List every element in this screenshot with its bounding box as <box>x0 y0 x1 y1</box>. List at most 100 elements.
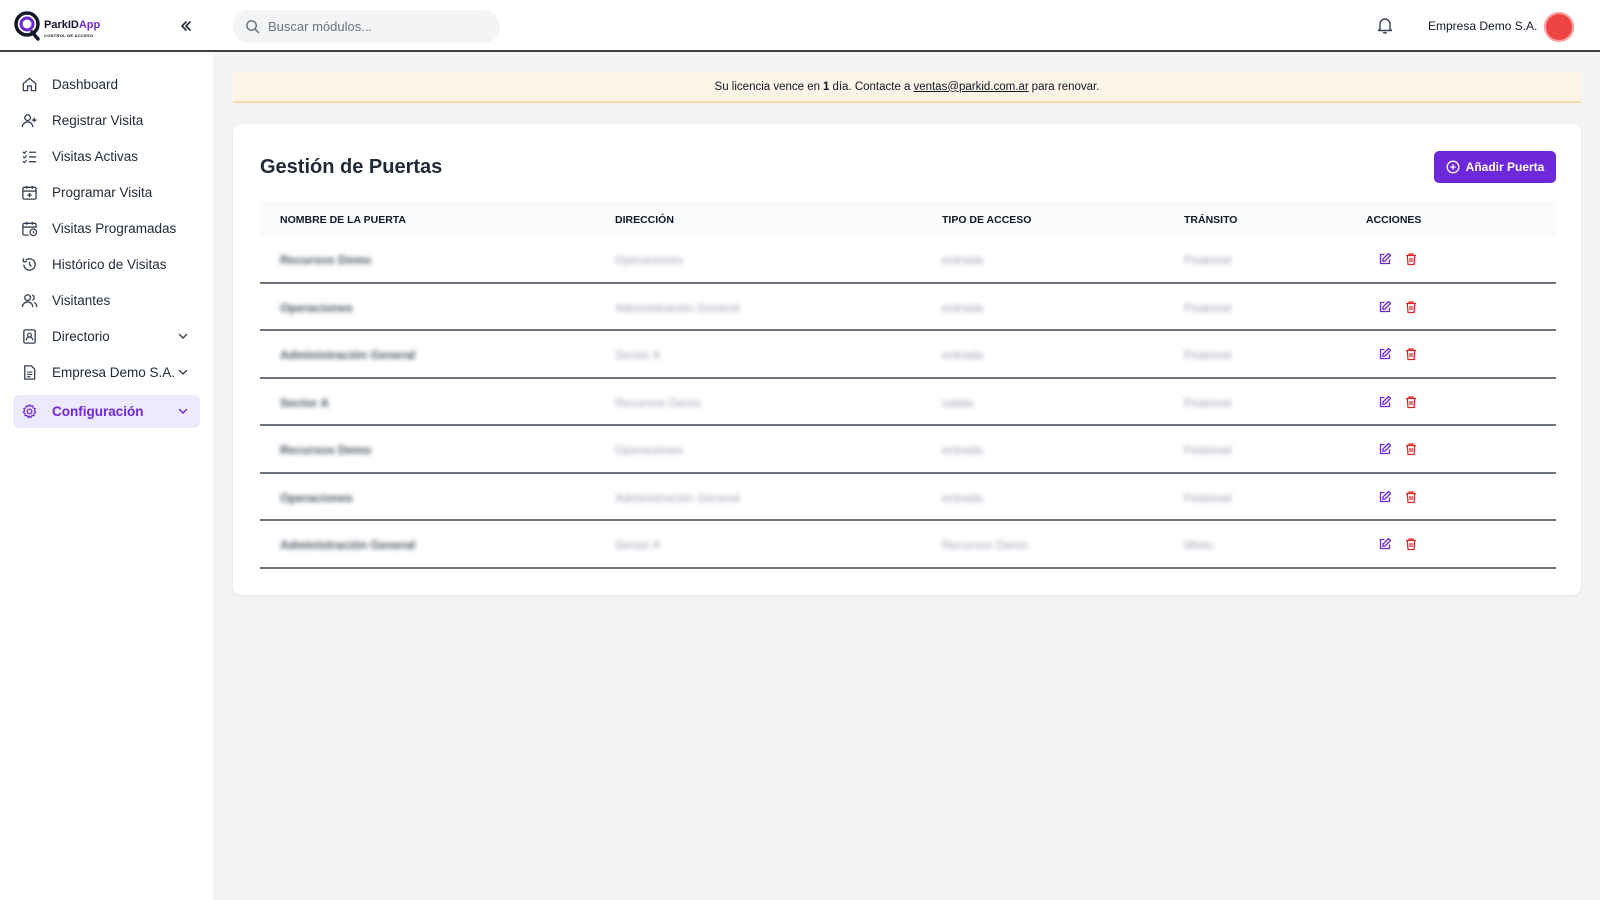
table-row: Recursos Demo Operaciones entrada Peatonal <box>260 426 1556 474</box>
delete-button[interactable] <box>1403 346 1419 362</box>
row-actions <box>1377 441 1419 457</box>
sidebar: Dashboard Registrar Visita Visitas Activ… <box>0 52 213 900</box>
edit-icon <box>1379 252 1392 265</box>
delete-button[interactable] <box>1403 441 1419 457</box>
table-cell: Recursos Demo <box>942 538 1029 552</box>
logo-wordmark: ParkIDApp CONTROL DE ACCESO <box>44 18 101 40</box>
add-door-label: Añadir Puerta <box>1465 160 1545 174</box>
page-title: Gestión de Puertas <box>260 156 443 178</box>
sidebar-item-label: Registrar Visita <box>52 113 144 128</box>
sales-email-link[interactable]: ventas@parkid.com.ar <box>913 81 1028 93</box>
sidebar-item-programar-visita[interactable]: Programar Visita <box>13 176 200 209</box>
table-row: Administración General Sector A entrada Pea… <box>260 331 1556 379</box>
table-cell: Peatonal <box>1184 443 1232 457</box>
contact-book-icon <box>23 329 36 344</box>
logo-icon <box>14 11 40 41</box>
delete-button[interactable] <box>1403 251 1419 267</box>
sidebar-item-label: Visitas Activas <box>52 149 139 164</box>
notifications-button[interactable] <box>1376 16 1396 36</box>
delete-button[interactable] <box>1403 536 1419 552</box>
app-logo[interactable]: ParkIDApp CONTROL DE ACCESO <box>14 10 104 42</box>
table-row: Sector A Recursos Demo salida Peatonal <box>260 379 1556 426</box>
row-actions <box>1377 299 1419 315</box>
add-door-button[interactable]: Añadir Puerta <box>1434 151 1556 183</box>
gear-icon <box>22 404 37 419</box>
doors-card: Gestión de Puertas Añadir Puerta NOMBRE … <box>233 124 1581 595</box>
banner-days: 1 <box>823 80 830 93</box>
edit-icon <box>1379 395 1392 407</box>
sidebar-item-label: Directorio <box>52 329 110 344</box>
edit-button[interactable] <box>1377 346 1393 362</box>
chevron-down-icon <box>178 408 188 414</box>
sidebar-item-dashboard[interactable]: Dashboard <box>13 68 200 101</box>
table-header: NOMBRE DE LA PUERTA DIRECCIÓN TIPO DE AC… <box>260 202 1556 236</box>
sidebar-item-visitantes[interactable]: Visitantes <box>13 284 200 317</box>
delete-button[interactable] <box>1403 489 1419 505</box>
sidebar-item-historico[interactable]: Histórico de Visitas <box>13 248 200 281</box>
sidebar-item-label: Configuración <box>52 404 144 419</box>
table-cell: Administración General <box>280 348 416 362</box>
edit-button[interactable] <box>1377 441 1393 457</box>
table-row: Recursos Demo Operaciones entrada Peatonal <box>260 236 1556 284</box>
table-cell: Mixto <box>1184 538 1213 552</box>
table-body: Recursos Demo Operaciones entrada Peatonal O… <box>260 236 1556 569</box>
trash-icon <box>1406 253 1416 266</box>
edit-icon <box>1379 347 1392 360</box>
sidebar-item-configuracion[interactable]: Configuración <box>13 395 200 428</box>
sidebar-item-visitas-programadas[interactable]: Visitas Programadas <box>13 212 200 245</box>
edit-button[interactable] <box>1377 489 1393 505</box>
chevron-down-icon <box>178 369 188 375</box>
sidebar-item-directorio[interactable]: Directorio <box>13 320 200 353</box>
trash-icon <box>1406 490 1416 503</box>
bell-icon <box>1377 18 1393 34</box>
sidebar-item-label: Visitas Programadas <box>52 221 177 236</box>
collapse-sidebar-button[interactable] <box>176 16 196 36</box>
table-cell: salida <box>942 395 974 410</box>
table-cell: Operaciones <box>615 443 684 457</box>
sidebar-item-label: Visitantes <box>52 293 111 308</box>
table-cell: Peatonal <box>1184 490 1232 505</box>
banner-text: día. Contacte a <box>832 80 911 93</box>
delete-button[interactable] <box>1403 394 1419 410</box>
edit-icon <box>1379 537 1392 550</box>
brand-tagline: CONTROL DE ACCESO <box>44 32 94 38</box>
top-bar: ParkIDApp CONTROL DE ACCESO Empresa Demo… <box>0 0 1600 52</box>
table-cell: Operaciones <box>280 490 353 505</box>
edit-icon <box>1379 442 1392 455</box>
search-icon <box>246 20 260 34</box>
document-icon <box>24 365 36 380</box>
edit-icon <box>1379 490 1392 502</box>
table-row: Operaciones Administración General entrada… <box>260 284 1556 331</box>
table-cell: Peatonal <box>1184 395 1232 410</box>
table-cell: Administración General <box>615 300 740 315</box>
edit-button[interactable] <box>1377 536 1393 552</box>
edit-button[interactable] <box>1377 394 1393 410</box>
table-cell: Sector A <box>280 395 329 410</box>
sidebar-item-label: Dashboard <box>52 77 119 92</box>
search-input[interactable] <box>268 19 478 34</box>
company-name[interactable]: Empresa Demo S.A. <box>1428 19 1537 33</box>
row-actions <box>1377 346 1419 362</box>
sidebar-item-visitas-activas[interactable]: Visitas Activas <box>13 140 200 173</box>
edit-button[interactable] <box>1377 251 1393 267</box>
table-cell: Operaciones <box>280 300 353 315</box>
table-cell: Recursos Demo <box>280 253 372 267</box>
brand-name-accent: App <box>78 18 101 31</box>
doors-table: NOMBRE DE LA PUERTA DIRECCIÓN TIPO DE AC… <box>260 202 1556 569</box>
edit-button[interactable] <box>1377 299 1393 315</box>
history-icon <box>22 258 36 271</box>
avatar[interactable] <box>1544 12 1574 42</box>
column-header-tipo-acceso: TIPO DE ACCESO <box>942 214 1032 226</box>
column-header-direccion: DIRECCIÓN <box>615 214 674 226</box>
license-banner: Su licencia vence en 1 día. Contacte a v… <box>233 72 1581 103</box>
delete-button[interactable] <box>1403 299 1419 315</box>
users-icon <box>21 294 38 308</box>
search-box <box>233 10 500 43</box>
column-header-acciones: ACCIONES <box>1366 214 1422 226</box>
sidebar-item-registrar-visita[interactable]: Registrar Visita <box>13 104 200 137</box>
list-check-icon <box>22 150 37 164</box>
table-cell: entrada <box>942 300 983 315</box>
table-cell: entrada <box>942 443 983 457</box>
sidebar-item-empresa[interactable]: Empresa Demo S.A. <box>13 356 200 389</box>
table-row: Operaciones Administración General entrada… <box>260 474 1556 521</box>
